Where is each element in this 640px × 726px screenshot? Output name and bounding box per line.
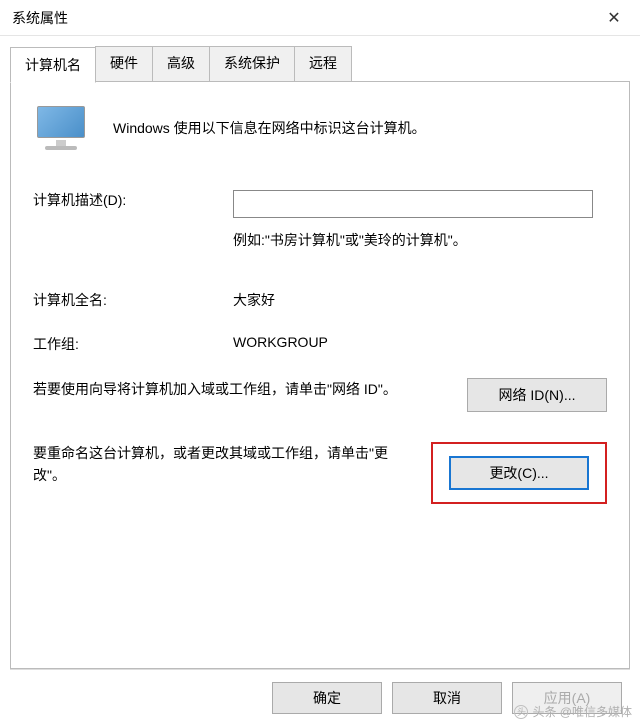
tab-hardware[interactable]: 硬件 bbox=[95, 46, 153, 82]
intro-text: Windows 使用以下信息在网络中标识这台计算机。 bbox=[113, 118, 426, 138]
full-name-label: 计算机全名: bbox=[33, 290, 233, 310]
content: 计算机名 硬件 高级 系统保护 远程 Windows 使用以下信息在网络中标识这… bbox=[0, 36, 640, 726]
network-id-button[interactable]: 网络 ID(N)... bbox=[467, 378, 607, 412]
change-text: 要重命名这台计算机，或者更改其域或工作组，请单击"更改"。 bbox=[33, 442, 431, 487]
tab-strip: 计算机名 硬件 高级 系统保护 远程 bbox=[10, 46, 630, 82]
tab-system-protection[interactable]: 系统保护 bbox=[209, 46, 295, 82]
change-button[interactable]: 更改(C)... bbox=[449, 456, 589, 490]
ok-button[interactable]: 确定 bbox=[272, 682, 382, 714]
tab-remote[interactable]: 远程 bbox=[294, 46, 352, 82]
cancel-button[interactable]: 取消 bbox=[392, 682, 502, 714]
workgroup-value: WORKGROUP bbox=[233, 334, 607, 354]
description-input[interactable] bbox=[233, 190, 593, 218]
window-title: 系统属性 bbox=[12, 8, 68, 28]
computer-icon bbox=[33, 106, 89, 150]
close-icon[interactable]: ✕ bbox=[592, 2, 636, 34]
description-example: 例如:"书房计算机"或"美玲的计算机"。 bbox=[233, 230, 607, 250]
tab-computer-name[interactable]: 计算机名 bbox=[10, 47, 96, 83]
tab-panel: Windows 使用以下信息在网络中标识这台计算机。 计算机描述(D): 例如:… bbox=[10, 81, 630, 669]
watermark: 头 头条 @唯信多媒体 bbox=[514, 703, 632, 720]
network-id-text: 若要使用向导将计算机加入域或工作组，请单击"网络 ID"。 bbox=[33, 378, 467, 400]
workgroup-label: 工作组: bbox=[33, 334, 233, 354]
highlight-annotation: 更改(C)... bbox=[431, 442, 607, 504]
titlebar: 系统属性 ✕ bbox=[0, 0, 640, 36]
description-label: 计算机描述(D): bbox=[33, 190, 233, 218]
full-name-value: 大家好 bbox=[233, 290, 607, 310]
watermark-icon: 头 bbox=[514, 705, 528, 719]
tab-advanced[interactable]: 高级 bbox=[152, 46, 210, 82]
watermark-text: 头条 @唯信多媒体 bbox=[532, 703, 632, 720]
